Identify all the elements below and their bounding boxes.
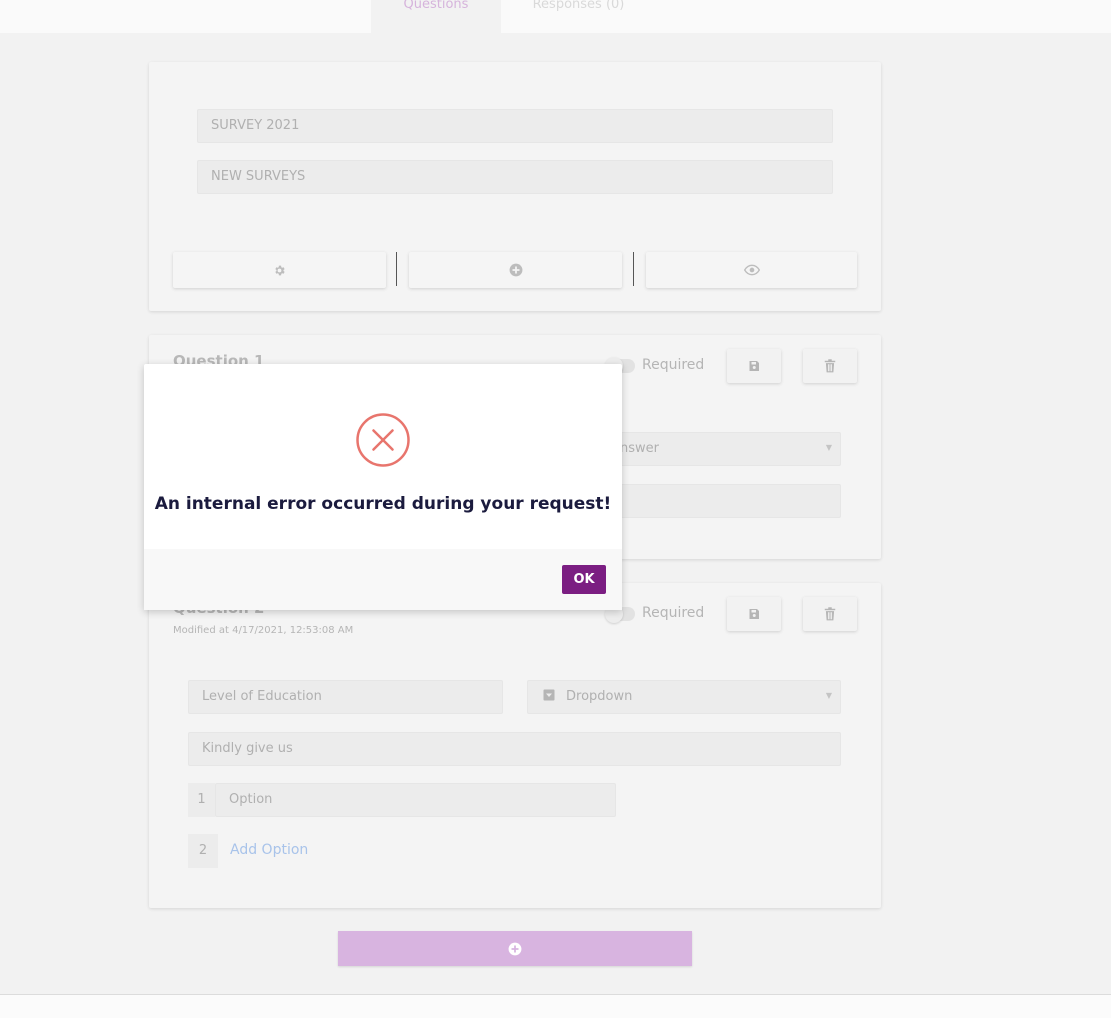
gear-icon (275, 265, 285, 275)
add-question-toolbar-button[interactable] (409, 252, 622, 288)
footer-bar (0, 995, 1111, 1018)
survey-description-input[interactable]: NEW SURVEYS (197, 160, 833, 194)
add-option-link[interactable]: Add Option (230, 842, 308, 858)
save-button[interactable] (727, 349, 781, 383)
required-label: Required (642, 605, 705, 621)
settings-button[interactable] (173, 252, 386, 288)
survey-title-input[interactable]: SURVEY 2021 (197, 109, 833, 143)
question-type-select[interactable]: Dropdown ▼ (527, 680, 841, 714)
tab-questions[interactable]: Questions (371, 0, 501, 33)
add-option-number: 2 (188, 834, 218, 868)
plus-circle-icon (509, 263, 522, 277)
toolbar-divider (633, 252, 634, 286)
tab-bar: Questions Responses (0) (0, 0, 1111, 33)
required-label: Required (642, 357, 705, 373)
toolbar-divider (396, 252, 397, 286)
question-type-value: Dropdown (566, 689, 633, 704)
question-type-value: nswer (620, 441, 659, 456)
option-input[interactable]: Option (215, 783, 616, 817)
chevron-down-icon: ▼ (825, 691, 832, 700)
option-number: 1 (188, 783, 215, 817)
chevron-down-icon: ▼ (825, 443, 832, 452)
error-message: An internal error occurred during your r… (154, 494, 612, 514)
save-icon (749, 609, 759, 619)
question-text-input[interactable]: Level of Education (188, 680, 503, 714)
dialog-footer (144, 549, 622, 610)
tab-responses[interactable]: Responses (0) (501, 0, 656, 33)
ok-button[interactable]: OK (562, 565, 606, 594)
question-card: Question 2 Modified at 4/17/2021, 12:53:… (149, 583, 881, 908)
trash-icon (824, 359, 836, 373)
error-dialog: An internal error occurred during your r… (144, 364, 622, 610)
eye-icon (743, 264, 760, 276)
save-button[interactable] (727, 597, 781, 631)
delete-button[interactable] (803, 349, 857, 383)
dropdown-icon (543, 689, 555, 701)
delete-button[interactable] (803, 597, 857, 631)
save-icon (749, 361, 759, 371)
modified-timestamp: Modified at 4/17/2021, 12:53:08 AM (173, 625, 354, 636)
question-description-input[interactable]: Kindly give us (188, 732, 841, 766)
plus-circle-icon (508, 942, 522, 955)
preview-button[interactable] (646, 252, 857, 288)
trash-icon (824, 607, 836, 621)
add-question-button[interactable] (338, 931, 692, 966)
survey-header-card: SURVEY 2021 NEW SURVEYS (149, 62, 881, 311)
error-x-circle-icon (356, 413, 410, 467)
